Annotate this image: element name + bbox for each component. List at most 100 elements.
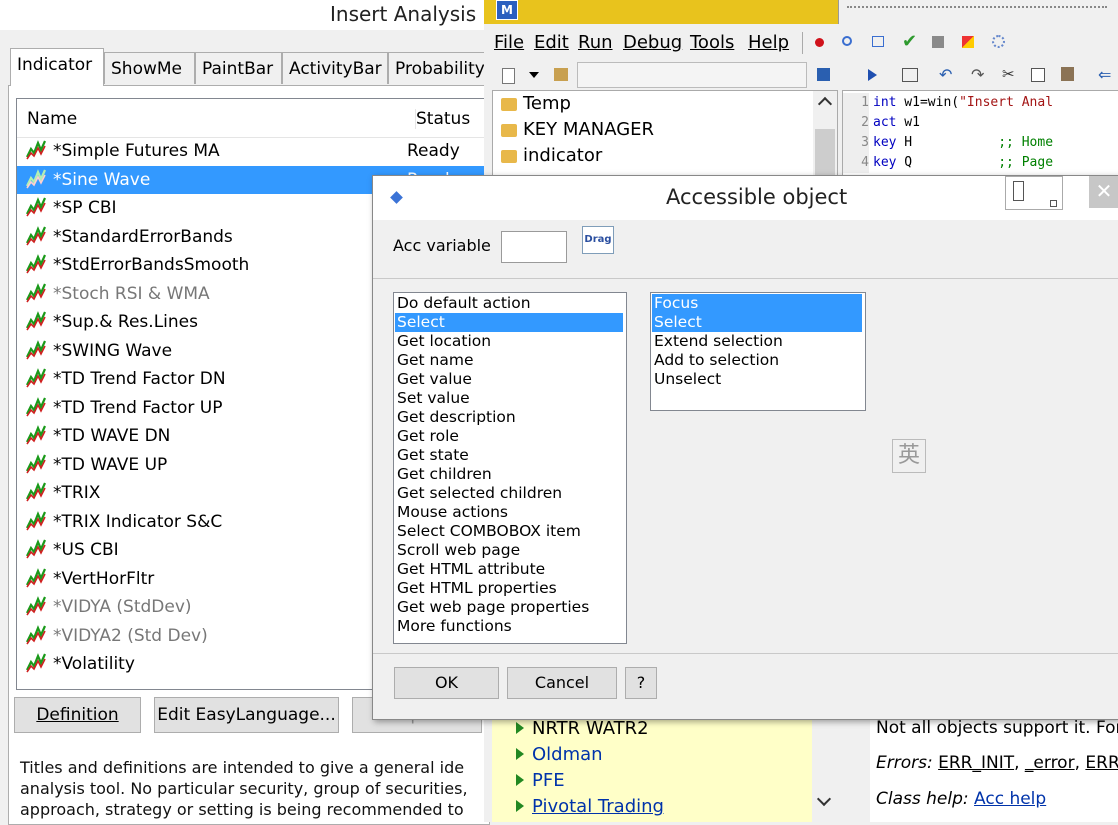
action-item[interactable]: Get name — [397, 351, 474, 370]
menu-tools[interactable]: Tools — [690, 32, 734, 53]
error-link[interactable]: _error — [1025, 753, 1075, 773]
menu-file[interactable]: File — [494, 32, 524, 53]
dialog-titlebar[interactable]: Accessible object ✕ — [373, 176, 1118, 220]
tab-showme[interactable]: ShowMe — [104, 52, 195, 84]
column-name-header[interactable]: Name — [27, 109, 77, 129]
action-item[interactable]: Get selected children — [397, 484, 562, 503]
action-item[interactable]: Get web page properties — [397, 598, 589, 617]
ok-button[interactable]: OK — [394, 667, 499, 699]
help-button[interactable]: ? — [625, 667, 657, 699]
tree-item-nrtr-watr2[interactable]: NRTR WATR2 — [516, 718, 649, 739]
tree-item-pivotal-trading[interactable]: Pivotal Trading — [516, 796, 664, 817]
record-icon[interactable] — [815, 38, 824, 47]
action-item[interactable]: Mouse actions — [397, 503, 508, 522]
select-flags-listbox[interactable]: Focus Select Extend selection Add to select… — [650, 292, 866, 411]
window-icon[interactable] — [872, 36, 884, 47]
tool-icon[interactable] — [932, 36, 944, 48]
line-number: 1 — [843, 93, 869, 113]
column-status-header[interactable]: Status — [415, 109, 470, 129]
action-item[interactable]: Get role — [397, 427, 459, 446]
scroll-thumb[interactable] — [815, 129, 835, 177]
macro-editor-titlebar[interactable]: M — [484, 0, 838, 24]
tree-item-indicator[interactable]: indicator — [501, 145, 602, 166]
indicator-name: *StdErrorBandsSmooth — [53, 255, 250, 275]
menu-run[interactable]: Run — [578, 32, 613, 53]
action-item[interactable]: Get description — [397, 408, 516, 427]
action-item[interactable]: Get HTML properties — [397, 579, 557, 598]
code-line: 2 act w1 — [843, 113, 920, 133]
action-item[interactable]: Select — [395, 313, 623, 332]
settings-icon[interactable] — [992, 35, 1005, 48]
actions-listbox[interactable]: Do default action Select Get location Get n… — [393, 292, 627, 644]
indent-icon[interactable]: ⇐ — [1098, 65, 1111, 84]
menu-help[interactable]: Help — [748, 32, 789, 53]
run-icon[interactable] — [868, 69, 877, 81]
save-icon[interactable] — [817, 68, 830, 81]
indicator-row[interactable]: *Simple Futures MA Ready — [17, 137, 491, 165]
close-icon[interactable]: ✕ — [1089, 176, 1118, 208]
indicator-icon — [26, 653, 47, 673]
menu-edit[interactable]: Edit — [534, 32, 569, 53]
select-flag-item[interactable]: Focus — [652, 294, 862, 313]
tree-item-oldman[interactable]: Oldman — [516, 744, 603, 765]
pin-icon[interactable] — [1013, 181, 1024, 201]
tree-item-key-manager[interactable]: KEY MANAGER — [501, 119, 654, 140]
splitter[interactable] — [836, 716, 870, 822]
tree-item-pfe[interactable]: PFE — [516, 770, 565, 791]
code-editor[interactable]: 1 int w1=win("Insert Anal 2 act w1 3 key H ;;… — [842, 90, 1118, 178]
paste-icon[interactable] — [1061, 67, 1074, 81]
ime-indicator[interactable]: 英 — [892, 439, 926, 473]
indicator-icon — [26, 510, 47, 530]
select-flag-item[interactable]: Extend selection — [654, 332, 783, 351]
new-file-icon[interactable] — [502, 68, 515, 84]
tree-item-temp[interactable]: Temp — [501, 93, 571, 114]
macro-tree-lower[interactable]: NRTR WATR2 Oldman PFE Pivotal Trading — [492, 716, 836, 822]
scroll-down-icon[interactable] — [816, 791, 832, 807]
action-item[interactable]: Get value — [397, 370, 472, 389]
action-item[interactable]: Get location — [397, 332, 491, 351]
redo-icon[interactable]: ↷ — [971, 65, 984, 84]
edit-easylanguage-button[interactable]: Edit EasyLanguage... — [154, 697, 339, 733]
menu-debug[interactable]: Debug — [623, 32, 682, 53]
select-flag-item[interactable]: Unselect — [654, 370, 721, 389]
acc-help-link[interactable]: Acc help — [974, 789, 1046, 809]
action-item[interactable]: Get state — [397, 446, 469, 465]
macro-tree[interactable]: Temp KEY MANAGER indicator — [492, 90, 838, 178]
resize-icon[interactable] — [1050, 200, 1057, 207]
err-link[interactable]: ERR — [1085, 753, 1118, 773]
err-init-link[interactable]: ERR_INIT — [938, 753, 1014, 773]
tab-probability[interactable]: Probability — [388, 52, 490, 84]
scroll-up-icon[interactable] — [817, 96, 833, 112]
drag-button[interactable]: Drag — [582, 226, 614, 254]
cancel-button[interactable]: Cancel — [507, 667, 617, 699]
tab-indicator[interactable]: Indicator — [10, 48, 104, 86]
action-item[interactable]: Get children — [397, 465, 492, 484]
insert-analysis-titlebar[interactable]: Insert Analysis — [0, 0, 490, 30]
action-item[interactable]: Scroll web page — [397, 541, 520, 560]
select-flag-item[interactable]: Add to selection — [654, 351, 779, 370]
action-item[interactable]: More functions — [397, 617, 512, 636]
action-item[interactable]: Do default action — [397, 294, 531, 313]
action-item[interactable]: Get HTML attribute — [397, 560, 545, 579]
panel-icon[interactable] — [902, 68, 918, 82]
color-icon[interactable] — [962, 36, 974, 48]
properties-icon[interactable] — [554, 68, 568, 81]
cut-icon[interactable]: ✂ — [1002, 65, 1015, 83]
tree-scrollbar[interactable] — [813, 91, 837, 177]
lower-tree-scrollbar[interactable] — [812, 716, 836, 822]
dialog-caption-buttons[interactable] — [1005, 176, 1063, 210]
tab-paintbar[interactable]: PaintBar — [195, 52, 282, 84]
undo-icon[interactable]: ↶ — [939, 65, 952, 84]
check-icon[interactable]: ✔ — [902, 31, 917, 52]
macro-name-field[interactable] — [577, 62, 807, 88]
acc-variable-input[interactable] — [501, 231, 567, 263]
action-item[interactable]: Set value — [397, 389, 470, 408]
dropdown-arrow-icon[interactable] — [529, 72, 539, 78]
find-icon[interactable] — [842, 36, 852, 46]
tab-activitybar[interactable]: ActivityBar — [282, 52, 388, 84]
select-flag-item[interactable]: Select — [652, 313, 862, 332]
definition-button[interactable]: Definition — [14, 697, 141, 733]
action-item[interactable]: Select COMBOBOX item — [397, 522, 581, 541]
copy-icon[interactable] — [1031, 68, 1045, 82]
code-line: 4 key Q ;; Page — [843, 153, 1053, 173]
